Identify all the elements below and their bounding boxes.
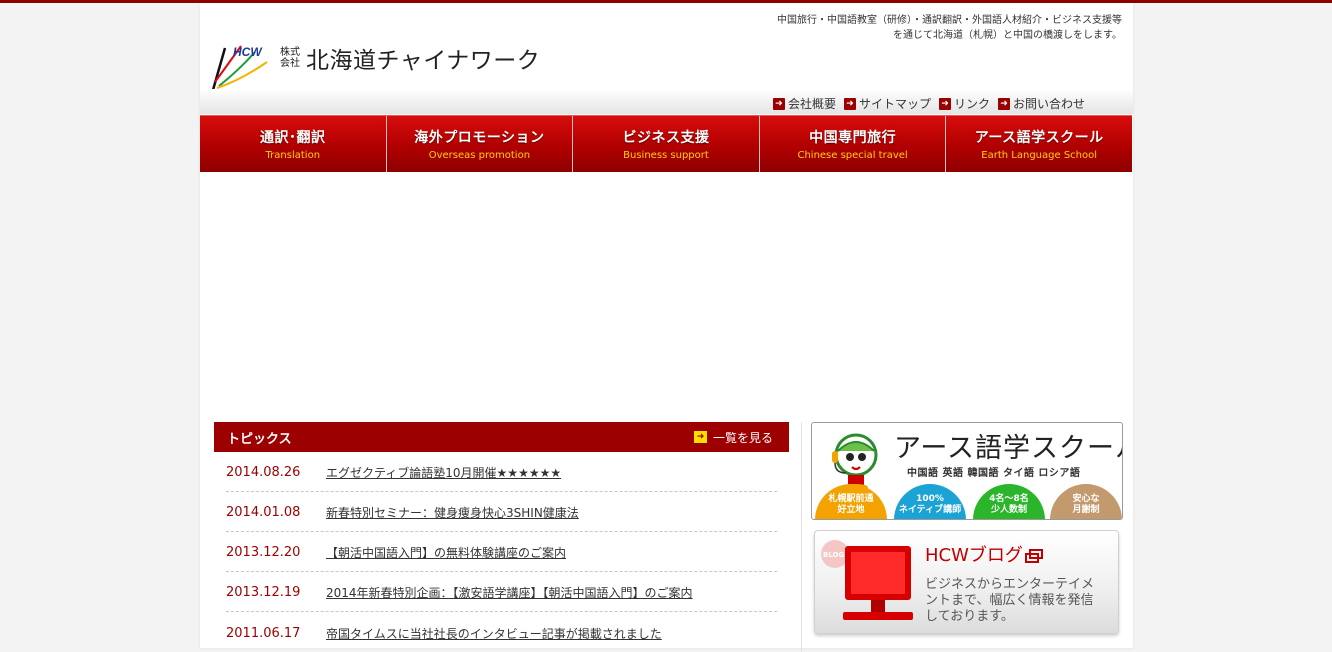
topic-link[interactable]: 2014年新春特別企画：【激安語学講座】【朝活中国語入門】のご案内	[326, 584, 693, 601]
nav-label: 海外プロモーション	[414, 130, 545, 146]
subnav-label: サイトマップ	[858, 97, 931, 111]
badge-line: 月謝制	[1072, 505, 1100, 515]
feature-badge-monthly-fee: 安心な 月謝制	[1050, 484, 1122, 519]
computer-monitor-icon: BLOG	[817, 536, 921, 630]
nav-label: ビジネス支援	[622, 130, 710, 146]
badge-line: 4名～8名	[989, 494, 1029, 504]
subnav-label: お問い合わせ	[1012, 97, 1085, 111]
logo-text: HCW	[233, 45, 263, 59]
topics-title: トピックス	[227, 431, 292, 447]
topic-link[interactable]: エグゼクティブ論語塾10月開催★★★★★★	[326, 464, 561, 481]
blog-description: ビジネスからエンターテイメントまで、幅広く情報を発信しております。	[925, 577, 1095, 624]
subnav-contact[interactable]: ➜ お問い合わせ	[997, 95, 1085, 112]
topics-header: トピックス ➜ 一覧を見る	[214, 422, 789, 452]
arrow-right-icon: ➜	[693, 431, 707, 443]
topic-date: 2011.06.17	[226, 625, 301, 641]
blog-banner[interactable]: BLOG HCWブログ ビジネスからエンターテイメントまで、幅広く情報を発信して…	[814, 530, 1119, 634]
blog-title: HCWブログ	[925, 541, 1043, 567]
topic-link[interactable]: 新春特別セミナー：健身痩身快心3SHIN健康法	[326, 504, 579, 521]
nav-overseas-promotion[interactable]: 海外プロモーション Overseas promotion	[387, 116, 574, 172]
nav-sublabel: Translation	[265, 150, 321, 161]
tagline: 中国旅行・中国語教室（研修）・通訳翻訳・外国語人材紹介・ビジネス支援等 を通じて…	[702, 13, 1122, 43]
badge-line: 少人数制	[990, 505, 1027, 515]
nav-label: 中国専門旅行	[809, 130, 897, 146]
nav-china-travel[interactable]: 中国専門旅行 Chinese special travel	[760, 116, 947, 172]
arrow-right-icon: ➜	[843, 97, 856, 110]
topic-date: 2014.08.26	[226, 465, 301, 480]
utility-nav: ➜ 会社概要 ➜ サイトマップ ➜ リンク ➜ お問い合わせ	[772, 95, 1085, 112]
column-divider	[801, 422, 802, 652]
feature-badge-small-class: 4名～8名 少人数制	[973, 484, 1045, 519]
badge-line: 札幌駅前通	[828, 494, 874, 504]
nav-sublabel: Earth Language School	[981, 150, 1098, 161]
topic-item: 2014.08.26 エグゼクティブ論語塾10月開催★★★★★★	[226, 452, 777, 492]
arrow-right-icon: ➜	[997, 97, 1010, 110]
subnav-company-profile[interactable]: ➜ 会社概要	[772, 95, 836, 112]
nav-language-school[interactable]: アース語学スクール Earth Language School	[946, 116, 1132, 172]
nav-translation[interactable]: 通訳･翻訳 Translation	[200, 116, 387, 172]
nav-label: アース語学スクール	[974, 130, 1104, 146]
badge-line: ネイティブ講師	[898, 505, 962, 515]
new-window-icon	[1024, 549, 1043, 563]
subnav-label: 会社概要	[787, 97, 836, 111]
nav-business-support[interactable]: ビジネス支援 Business support	[573, 116, 760, 172]
badge-line: 好立地	[837, 505, 865, 515]
subnav-sitemap[interactable]: ➜ サイトマップ	[843, 95, 931, 112]
feature-badge-native-teachers: 100% ネイティブ講師	[894, 484, 966, 519]
nav-sublabel: Business support	[623, 150, 709, 161]
language-school-banner[interactable]: アース語学スクール 中国語 英語 韓国語 タイ語 ロシア語 札幌駅前通 好立地 …	[811, 422, 1123, 520]
company-name[interactable]: 北海道チャイナワーク	[306, 41, 540, 75]
topic-date: 2013.12.20	[226, 545, 301, 560]
topic-link[interactable]: 【朝活中国語入門】の無料体験講座のご案内	[326, 544, 566, 561]
main-nav: 通訳･翻訳 Translation 海外プロモーション Overseas pro…	[200, 115, 1132, 172]
blog-badge-text: BLOG	[823, 551, 844, 559]
topic-item: 2013.12.20 【朝活中国語入門】の無料体験講座のご案内	[226, 532, 777, 572]
school-languages: 中国語 英語 韓国語 タイ語 ロシア語	[907, 468, 1081, 479]
subnav-links[interactable]: ➜ リンク	[938, 95, 990, 112]
badge-line: 100%	[916, 494, 944, 504]
blog-title-text: HCWブログ	[925, 545, 1023, 566]
view-all-label: 一覧を見る	[712, 430, 773, 445]
topic-date: 2014.01.08	[226, 505, 301, 520]
company-logo-icon[interactable]: HCW	[211, 40, 271, 92]
topic-item: 2013.12.19 2014年新春特別企画：【激安語学講座】【朝活中国語入門】…	[226, 572, 777, 612]
topic-item: 2011.06.17 帝国タイムスに当社社長のインタビュー記事が掲載されました	[226, 612, 777, 652]
arrow-right-icon: ➜	[938, 97, 951, 110]
nav-label: 通訳･翻訳	[260, 130, 326, 146]
mascot-icon	[826, 429, 888, 491]
tagline-line-2: を通じて北海道（札幌）と中国の橋渡しをします。	[893, 30, 1122, 41]
nav-sublabel: Chinese special travel	[797, 150, 908, 161]
badge-line: 安心な	[1072, 494, 1100, 504]
topic-link[interactable]: 帝国タイムスに当社社長のインタビュー記事が掲載されました	[326, 625, 662, 642]
subnav-label: リンク	[953, 97, 990, 111]
topic-date: 2013.12.19	[226, 585, 301, 600]
school-title: アース語学スクール	[894, 433, 1123, 464]
tagline-line-1: 中国旅行・中国語教室（研修）・通訳翻訳・外国語人材紹介・ビジネス支援等	[777, 15, 1122, 26]
arrow-right-icon: ➜	[772, 97, 785, 110]
topic-item: 2014.01.08 新春特別セミナー：健身痩身快心3SHIN健康法	[226, 492, 777, 532]
topics-section: トピックス ➜ 一覧を見る 2014.08.26 エグゼクティブ論語塾10月開催…	[214, 422, 789, 652]
page-container: HCW 株式会社 北海道チャイナワーク 中国旅行・中国語教室（研修）・通訳翻訳・…	[200, 3, 1133, 652]
nav-sublabel: Overseas promotion	[428, 150, 531, 161]
company-type-label: 株式会社	[280, 47, 300, 69]
view-all-link[interactable]: ➜ 一覧を見る	[693, 429, 773, 446]
